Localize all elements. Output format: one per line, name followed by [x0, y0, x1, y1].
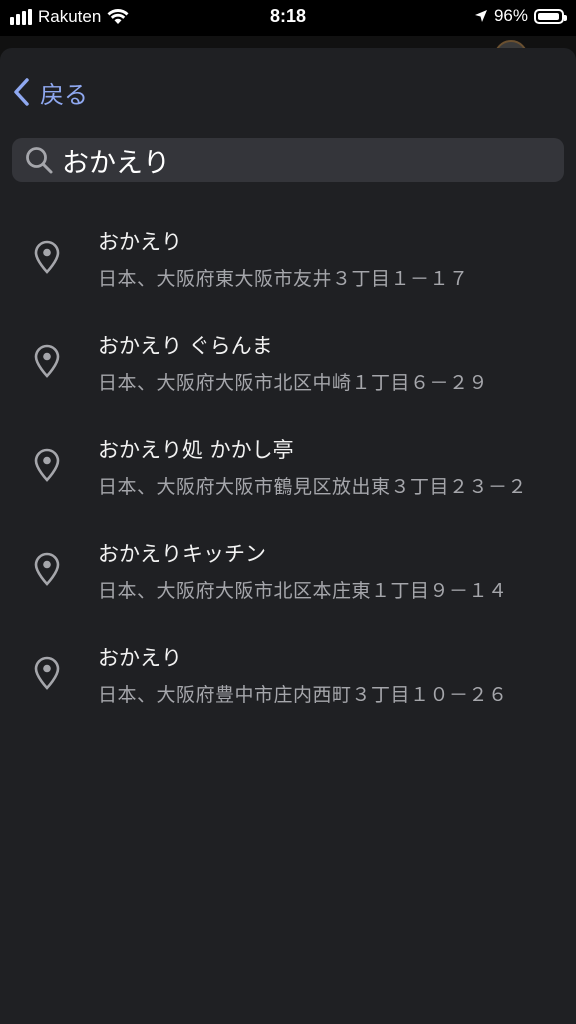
- list-item[interactable]: おかえり処 かかし亭 日本、大阪府大阪市鶴見区放出東３丁目２３－２: [0, 416, 576, 520]
- back-label: 戻る: [40, 80, 88, 109]
- location-pin-icon: [34, 448, 60, 486]
- list-item[interactable]: おかえり 日本、大阪府豊中市庄内西町３丁目１０－２６: [0, 624, 576, 728]
- result-address: 日本、大阪府大阪市鶴見区放出東３丁目２３－２: [98, 476, 528, 498]
- result-address: 日本、大阪府東大阪市友井３丁目１－１７: [98, 268, 469, 290]
- search-bar[interactable]: [12, 138, 564, 182]
- location-pin-icon: [34, 240, 60, 278]
- result-name: おかえり: [98, 230, 182, 254]
- list-item[interactable]: おかえり ぐらんま 日本、大阪府大阪市北区中崎１丁目６－２９: [0, 312, 576, 416]
- back-button[interactable]: 戻る: [12, 72, 88, 112]
- battery-percent: 96%: [493, 6, 528, 25]
- battery-fill: [538, 12, 560, 20]
- chevron-left-icon: [12, 77, 30, 107]
- status-bar: Rakuten 8:18 96%: [0, 0, 576, 36]
- location-pin-icon: [34, 656, 60, 694]
- location-pin-icon: [34, 344, 60, 382]
- list-item[interactable]: おかえりキッチン 日本、大阪府大阪市北区本庄東１丁目９－１４: [0, 520, 576, 624]
- status-right: 96%: [474, 5, 567, 27]
- result-address: 日本、大阪府大阪市北区中崎１丁目６－２９: [98, 372, 489, 394]
- result-name: おかえり ぐらんま: [98, 334, 273, 358]
- result-name: おかえり処 かかし亭: [98, 438, 294, 462]
- result-address: 日本、大阪府大阪市北区本庄東１丁目９－１４: [98, 580, 508, 602]
- battery-icon: [534, 8, 567, 24]
- search-input[interactable]: [62, 140, 564, 180]
- list-item[interactable]: おかえり 日本、大阪府東大阪市友井３丁目１－１７: [0, 208, 576, 312]
- search-sheet: 戻る おかえり 日本、大阪府東大阪市友井３丁目１－１７ おかえり ぐらんま 日本…: [0, 48, 576, 1024]
- result-address: 日本、大阪府豊中市庄内西町３丁目１０－２６: [98, 684, 508, 706]
- result-name: おかえりキッチン: [98, 542, 266, 566]
- search-icon: [24, 145, 54, 175]
- result-name: おかえり: [98, 646, 182, 670]
- location-arrow-icon: [474, 9, 488, 23]
- location-pin-icon: [34, 552, 60, 590]
- results-list: おかえり 日本、大阪府東大阪市友井３丁目１－１７ おかえり ぐらんま 日本、大阪…: [0, 208, 576, 728]
